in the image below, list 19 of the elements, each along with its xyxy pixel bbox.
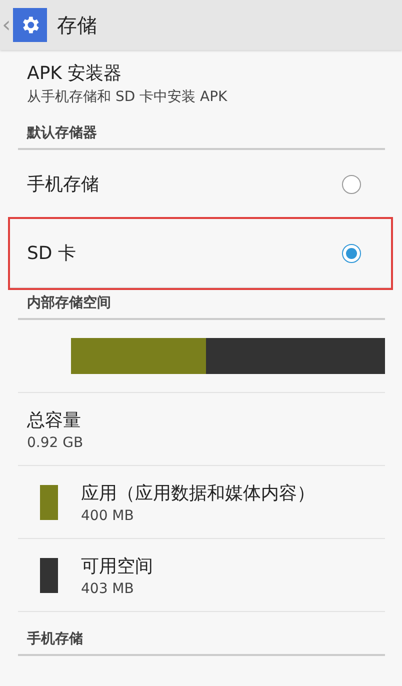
legend-value: 400 MB bbox=[81, 508, 135, 524]
legend-title: 应用（应用数据和媒体内容） bbox=[81, 482, 315, 504]
setting-title[interactable]: APK 安装器 bbox=[27, 60, 385, 84]
section-heading: 内部存储空间 bbox=[18, 294, 385, 320]
total-title: 总容量 bbox=[27, 408, 82, 432]
highlighted-option-row[interactable]: SD 卡 bbox=[10, 219, 391, 288]
legend-title: 可用空间 bbox=[81, 554, 153, 578]
option-label: SD 卡 bbox=[27, 242, 76, 265]
section-heading: 手机存储 bbox=[18, 630, 385, 656]
option-label: 手机存储 bbox=[27, 173, 99, 196]
radio-button[interactable] bbox=[342, 244, 361, 262]
setting-subtitle: 从手机存储和 SD 卡中安装 APK bbox=[27, 88, 228, 106]
page-title: 存储 bbox=[56, 12, 97, 38]
settings-icon bbox=[12, 8, 47, 42]
section-heading: 默认存储器 bbox=[18, 124, 385, 150]
option-row[interactable]: 手机存储 bbox=[18, 150, 385, 219]
legend-value: 403 MB bbox=[81, 580, 135, 596]
radio-button[interactable] bbox=[342, 174, 361, 194]
total-value: 0.92 GB bbox=[27, 434, 84, 450]
